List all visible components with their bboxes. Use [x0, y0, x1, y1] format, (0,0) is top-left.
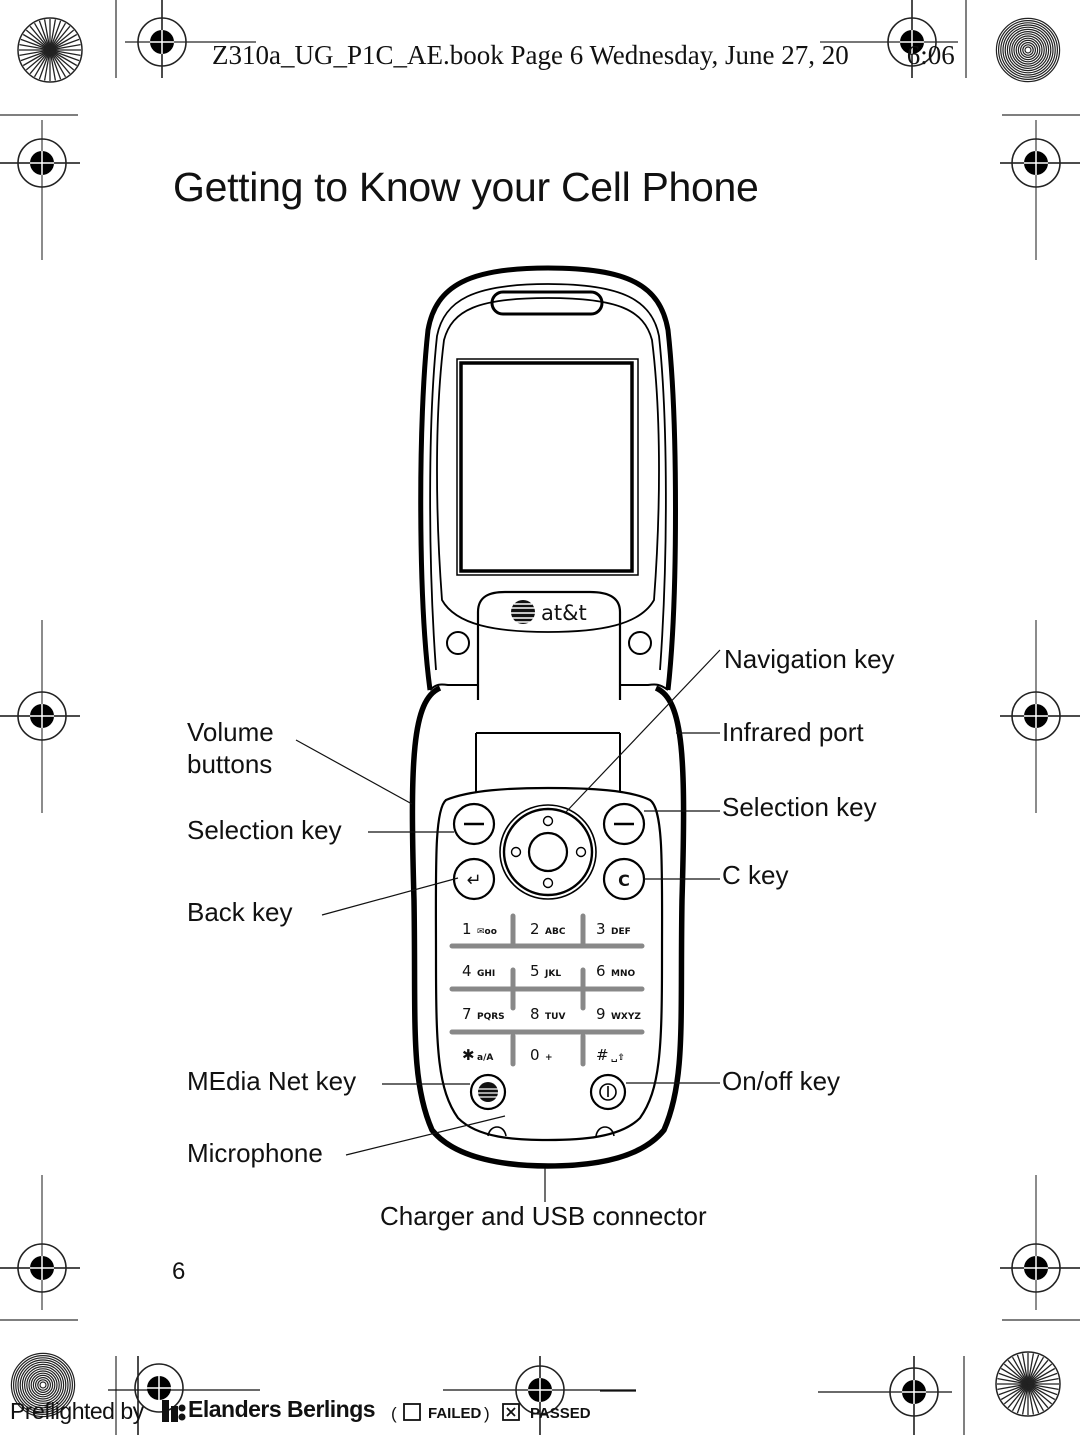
starburst-icon: [17, 17, 83, 83]
att-logo-text: at&t: [541, 601, 587, 625]
earpiece: [490, 290, 604, 316]
keypad-labels: 1 ✉oo 2 ABC 3 DEF 4 GHI 5 JKL 6 MNO 7 PQRS 8 TUV 9 WXYZ ✱ a…: [462, 920, 641, 1064]
failed-checkbox: [403, 1403, 421, 1421]
callout-volume-line2: buttons: [187, 749, 273, 779]
att-globe-icon: [478, 1082, 498, 1102]
starburst-icon: [995, 1351, 1061, 1417]
keypad-digit: 3: [596, 920, 606, 938]
keypad-key-1: 1 ✉oo: [462, 920, 497, 938]
att-globe-icon: [511, 600, 535, 624]
keypad-key-8: 8 TUV: [530, 1005, 565, 1023]
print-header: Z310a_UG_P1C_AE.book Page 6 Wednesday, J…: [212, 40, 955, 71]
keypad-key-6: 6 MNO: [596, 962, 635, 980]
keypad-letters: PQRS: [477, 1012, 505, 1022]
callout-infrared-port: Infrared port: [722, 717, 864, 747]
print-header-file: Z310a_UG_P1C_AE.book Page 6 Wednesday, J…: [212, 40, 849, 70]
keypad-digit: 9: [596, 1005, 606, 1023]
keypad-digit: 4: [462, 962, 472, 980]
keypad-digit: 1: [462, 920, 472, 938]
callout-volume-buttons: Volume buttons: [187, 716, 274, 780]
keypad-digit: 5: [530, 962, 540, 980]
elanders-brand: Elanders Berlings: [188, 1396, 376, 1422]
display-screen: [456, 358, 639, 576]
callout-c-key: C key: [722, 860, 789, 890]
keypad-digit: 0: [530, 1046, 540, 1064]
callout-volume-line1: Volume: [187, 717, 274, 747]
keypad-key-10: ✱ a/A: [462, 1046, 493, 1064]
concentric-circles-icon: [995, 17, 1061, 83]
page-number: 6: [172, 1258, 186, 1285]
footer-open-paren: (: [391, 1404, 397, 1423]
keypad-key-9: 9 WXYZ: [596, 1005, 641, 1023]
keypad-letters: ␣⇧: [611, 1053, 625, 1063]
keypad-letters: JKL: [544, 969, 561, 979]
print-header-time: 6:06: [906, 40, 955, 70]
callout-microphone: Microphone: [187, 1138, 323, 1168]
elanders-logo-icon: [162, 1400, 186, 1422]
keypad-digit: ✱: [462, 1046, 475, 1064]
c-key-label: C: [618, 871, 630, 890]
phone-illustration: [409, 265, 687, 1169]
keypad-key-12: # ␣⇧: [596, 1046, 625, 1064]
callout-navigation-key: Navigation key: [724, 644, 895, 674]
keypad-letters: a/A: [477, 1053, 493, 1063]
callout-onoff-key: On/off key: [722, 1066, 841, 1096]
page-title: Getting to Know your Cell Phone: [173, 164, 759, 210]
keypad-letters: ABC: [545, 927, 566, 937]
failed-label: FAILED: [428, 1405, 482, 1422]
keypad-letters: TUV: [545, 1012, 565, 1022]
callout-back-key: Back key: [187, 897, 293, 927]
passed-label: PASSED: [530, 1405, 591, 1422]
navigation-key: [499, 804, 597, 900]
keypad-letters: ✉oo: [477, 927, 497, 937]
callout-right-selection-key: Selection key: [722, 792, 877, 822]
passed-check-mark: [506, 1407, 516, 1417]
keypad-letters: WXYZ: [611, 1012, 641, 1022]
back-arrow-icon: ↵: [466, 870, 481, 891]
keypad-key-7: 7 PQRS: [462, 1005, 505, 1023]
keypad-digit: 6: [596, 962, 606, 980]
preflighted-by-label: Preflighted by: [10, 1398, 144, 1424]
callout-left-selection-key: Selection key: [187, 815, 342, 845]
keypad-letters: +: [545, 1053, 553, 1063]
keypad-digit: #: [596, 1046, 609, 1064]
callout-medianet-key: MEdia Net key: [187, 1066, 357, 1096]
keypad-letters: DEF: [611, 927, 631, 937]
keypad-key-2: 2 ABC: [530, 920, 566, 938]
footer-close-paren: ): [484, 1404, 490, 1423]
keypad-key-3: 3 DEF: [596, 920, 631, 938]
keypad-key-5: 5 JKL: [530, 962, 561, 980]
keypad-letters: GHI: [477, 969, 495, 979]
keypad-digit: 8: [530, 1005, 540, 1023]
keypad-digit: 7: [462, 1005, 472, 1023]
keypad-letters: MNO: [611, 969, 635, 979]
keypad-digit: 2: [530, 920, 540, 938]
callout-charger-usb: Charger and USB connector: [380, 1201, 707, 1231]
keypad-key-11: 0 +: [530, 1046, 553, 1064]
keypad-key-4: 4 GHI: [462, 962, 495, 980]
